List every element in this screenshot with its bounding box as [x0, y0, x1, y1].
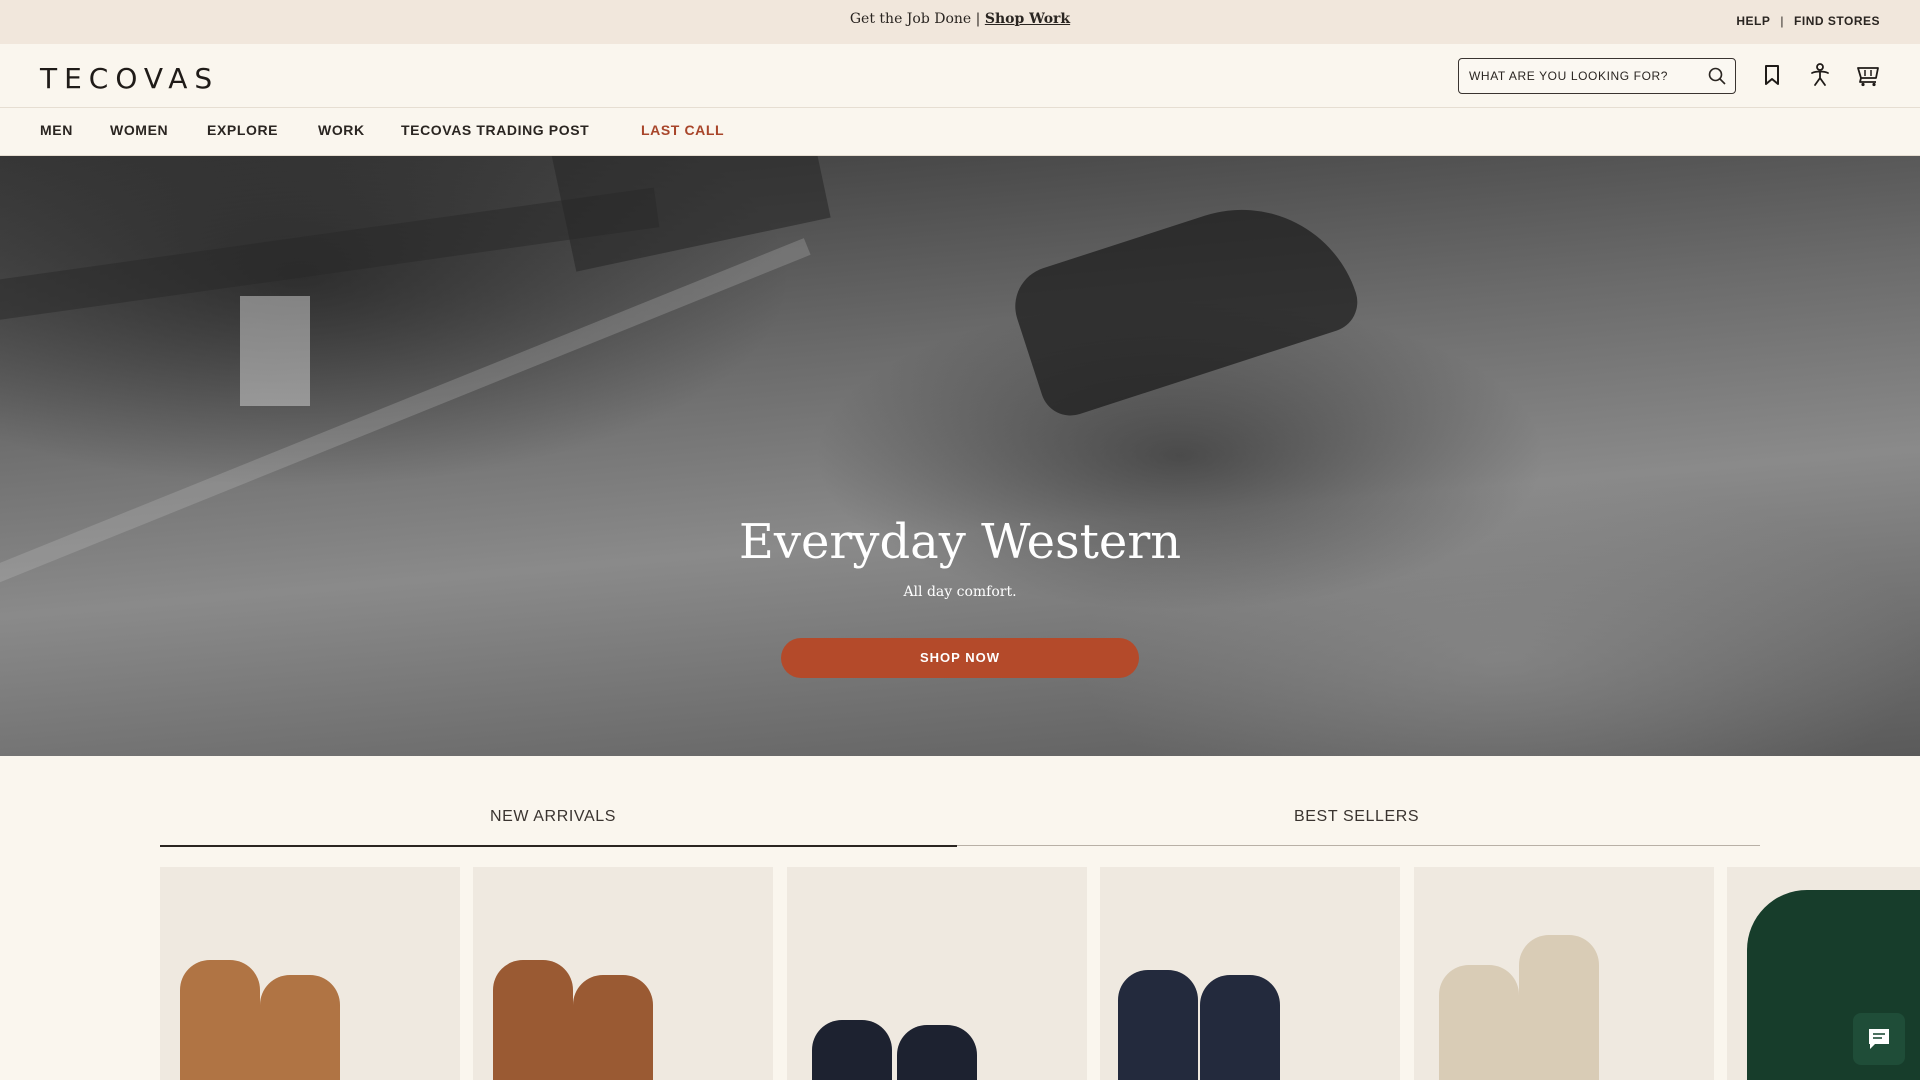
product-card[interactable]: [473, 867, 773, 1080]
hero-title: Everyday Western: [738, 514, 1182, 570]
tab-best-sellers[interactable]: BEST SELLERS: [1294, 808, 1419, 826]
shop-work-link[interactable]: Shop Work: [985, 11, 1070, 27]
find-stores-link[interactable]: FIND STORES: [1794, 14, 1880, 28]
hero-bucket: [240, 296, 310, 406]
product-image: [1439, 965, 1519, 1080]
product-image: [1118, 970, 1198, 1080]
announcement-bar: Get the Job Done | Shop Work HELP | FIND S…: [0, 0, 1920, 44]
product-image: [573, 975, 653, 1080]
chat-button[interactable]: [1853, 1013, 1905, 1065]
product-image: [1200, 975, 1280, 1080]
nav-item-women[interactable]: WOMEN: [110, 122, 168, 138]
nav-item-trading-post[interactable]: TECOVAS TRADING POST: [401, 122, 589, 138]
hero-boot-silhouette: [1004, 178, 1366, 424]
product-image: [1519, 935, 1599, 1080]
tab-new-arrivals[interactable]: NEW ARRIVALS: [490, 808, 616, 826]
hero-subtitle: All day comfort.: [903, 584, 1017, 600]
promo-message: Get the Job Done | Shop Work: [0, 11, 1920, 27]
product-image: [180, 960, 260, 1080]
product-image: [812, 1020, 892, 1080]
search-box: [1458, 58, 1736, 94]
product-image: [260, 975, 340, 1080]
nav-item-men[interactable]: MEN: [40, 122, 73, 138]
search-input[interactable]: [1469, 59, 1699, 93]
bookmark-icon[interactable]: [1759, 62, 1785, 88]
account-icon[interactable]: [1807, 62, 1833, 88]
hero-banner: Everyday Western All day comfort. SHOP N…: [0, 156, 1920, 756]
search-icon[interactable]: [1707, 66, 1727, 86]
nav-item-explore[interactable]: EXPLORE: [207, 122, 278, 138]
nav-item-last-call[interactable]: LAST CALL: [641, 122, 724, 138]
product-card[interactable]: [1100, 867, 1400, 1080]
product-card[interactable]: [160, 867, 460, 1080]
promo-text: Get the Job Done |: [849, 11, 981, 27]
utility-separator: |: [1780, 14, 1785, 28]
product-tabs: NEW ARRIVALS BEST SELLERS: [160, 782, 1760, 847]
cart-icon[interactable]: [1855, 62, 1881, 88]
help-link[interactable]: HELP: [1736, 14, 1770, 28]
product-card[interactable]: [787, 867, 1087, 1080]
utility-links: HELP | FIND STORES: [1736, 14, 1880, 28]
active-tab-indicator: [160, 845, 957, 847]
product-card[interactable]: [1414, 867, 1714, 1080]
nav-item-work[interactable]: WORK: [318, 122, 365, 138]
hero-fence-rail: [0, 187, 660, 325]
main-nav: MEN WOMEN EXPLORE WORK TECOVAS TRADING P…: [0, 108, 1920, 156]
product-image: [493, 960, 573, 1080]
shop-now-button[interactable]: SHOP NOW: [781, 638, 1139, 678]
chat-icon: [1869, 1029, 1889, 1049]
product-image: [897, 1025, 977, 1080]
logo[interactable]: TECOVAS: [40, 62, 219, 95]
site-header: TECOVAS: [0, 44, 1920, 108]
